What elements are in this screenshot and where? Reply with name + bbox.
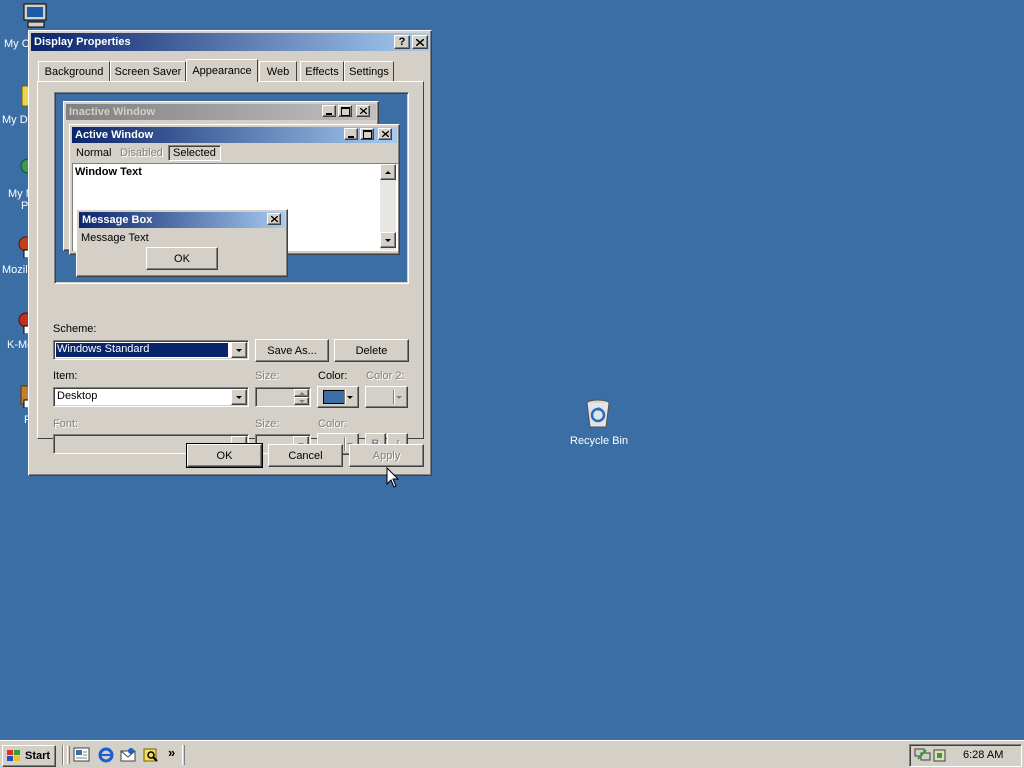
tab-label: Background	[44, 65, 104, 78]
item-dropdown[interactable]: Desktop	[53, 387, 249, 407]
windows-logo-icon	[7, 750, 20, 761]
close-icon	[416, 38, 424, 46]
preview-minimize-icon	[344, 128, 358, 140]
scheme-preview[interactable]: Inactive Window Active Window Normal Dis…	[54, 92, 409, 284]
preview-close-icon	[378, 128, 392, 140]
tab-label: Screen Saver	[114, 65, 182, 78]
delete-label: Delete	[355, 344, 388, 357]
network-tray-icon[interactable]	[914, 747, 932, 763]
preview-menu-disabled: Disabled	[120, 147, 163, 159]
preview-message-box: Message Box Message Text OK	[76, 209, 288, 277]
preview-close-icon	[267, 213, 281, 225]
preview-maximize-icon	[338, 105, 352, 117]
chevron-down-icon	[347, 396, 353, 399]
appearance-panel: Inactive Window Active Window Normal Dis…	[37, 81, 424, 455]
scheme-dropdown[interactable]: Windows Standard	[53, 340, 249, 360]
item-size-spinner	[255, 387, 311, 407]
preview-ok-button: OK	[146, 247, 218, 270]
spin-down-icon	[294, 397, 309, 405]
tab-effects[interactable]: Effects	[300, 61, 344, 81]
taskbar-separator	[62, 745, 64, 765]
show-desktop-icon[interactable]	[73, 747, 91, 763]
mouse-cursor-icon	[386, 467, 400, 488]
cancel-button[interactable]: Cancel	[268, 444, 343, 467]
desktop-icon-label: Mozill	[2, 264, 31, 276]
preview-message-text: Message Text	[81, 232, 149, 244]
item-size-label: Size:	[255, 370, 280, 382]
preview-window-text: Window Text	[75, 166, 142, 178]
scroll-down-icon	[380, 232, 396, 248]
font-label: Font:	[53, 418, 79, 430]
scheme-value: Windows Standard	[56, 343, 228, 357]
chevron-down-icon[interactable]	[231, 342, 247, 358]
save-as-button[interactable]: Save As...	[255, 339, 329, 362]
cancel-label: Cancel	[288, 449, 323, 462]
internet-explorer-icon[interactable]	[97, 746, 115, 764]
quicklaunch-chevron-icon[interactable]: »	[168, 745, 175, 760]
tab-screen-saver[interactable]: Screen Saver	[110, 61, 186, 81]
item-value: Desktop	[57, 390, 98, 402]
safely-remove-tray-icon[interactable]	[932, 747, 948, 763]
dialog-title: Display Properties	[34, 36, 131, 48]
tab-strip: Background Screen Saver Appearance Web E…	[38, 59, 428, 83]
apply-label: Apply	[372, 449, 401, 462]
explorer-search-icon[interactable]	[142, 746, 160, 764]
preview-menu-selected: Selected	[168, 145, 221, 161]
taskbar-separator	[182, 745, 185, 765]
help-button[interactable]: ?	[394, 35, 410, 49]
font-size-label: Size:	[255, 418, 280, 430]
scheme-label: Scheme:	[53, 323, 97, 335]
help-glyph: ?	[398, 36, 406, 48]
chevron-down-icon[interactable]	[231, 389, 247, 405]
tab-label: Web	[266, 65, 290, 78]
system-tray: 6:28 AM	[909, 744, 1022, 767]
chevron-down-icon	[396, 396, 402, 399]
tab-appearance[interactable]: Appearance	[186, 59, 258, 82]
clock[interactable]: 6:28 AM	[963, 749, 1003, 761]
recycle-bin-label: Recycle Bin	[570, 435, 629, 447]
start-label: Start	[25, 750, 51, 762]
preview-ok-label: OK	[174, 252, 190, 265]
tab-label: Settings	[349, 65, 389, 78]
item-color-button[interactable]	[317, 386, 359, 408]
message-box-title: Message Box	[82, 214, 153, 226]
ok-label: OK	[216, 449, 233, 462]
close-button[interactable]	[412, 35, 428, 49]
ok-button[interactable]: OK	[186, 443, 263, 468]
active-title: Active Window	[75, 129, 154, 141]
tab-label: Effects	[305, 65, 339, 78]
quicklaunch-grip[interactable]	[67, 746, 70, 764]
preview-minimize-icon	[322, 105, 336, 117]
dialog-titlebar[interactable]: Display Properties	[31, 33, 429, 51]
item-color2-label: Color 2:	[366, 370, 405, 382]
item-color2-button	[365, 386, 408, 408]
delete-button[interactable]: Delete	[334, 339, 409, 362]
tab-settings[interactable]: Settings	[344, 61, 394, 81]
taskbar: Start » 6:28 AM	[0, 740, 1024, 768]
item-color-label: Color:	[318, 370, 348, 382]
preview-scrollbar	[380, 164, 396, 250]
spin-up-icon	[294, 389, 309, 397]
item-label: Item:	[53, 370, 78, 382]
tab-web[interactable]: Web	[259, 61, 297, 81]
recycle-bin-icon	[586, 399, 610, 428]
tab-background[interactable]: Background	[38, 61, 110, 81]
scroll-up-icon	[380, 164, 396, 180]
inactive-title: Inactive Window	[69, 106, 156, 118]
apply-button: Apply	[349, 444, 424, 467]
outlook-express-icon[interactable]	[119, 746, 137, 764]
save-as-label: Save As...	[267, 344, 317, 357]
font-color-label: Color:	[318, 418, 348, 430]
preview-close-icon	[356, 105, 370, 117]
tab-label: Appearance	[192, 65, 252, 77]
preview-maximize-icon	[360, 128, 374, 140]
my-computer-icon	[23, 3, 47, 28]
preview-message-titlebar: Message Box	[79, 212, 285, 228]
preview-menu-normal: Normal	[76, 147, 112, 159]
desktop-icon-label: My C	[4, 38, 30, 50]
desktop-icon-recycle-bin[interactable]: Recycle Bin	[566, 398, 630, 450]
display-properties-dialog: Display Properties ? Background Screen S…	[28, 30, 432, 476]
color-swatch	[323, 390, 345, 404]
start-button[interactable]: Start	[2, 745, 56, 767]
